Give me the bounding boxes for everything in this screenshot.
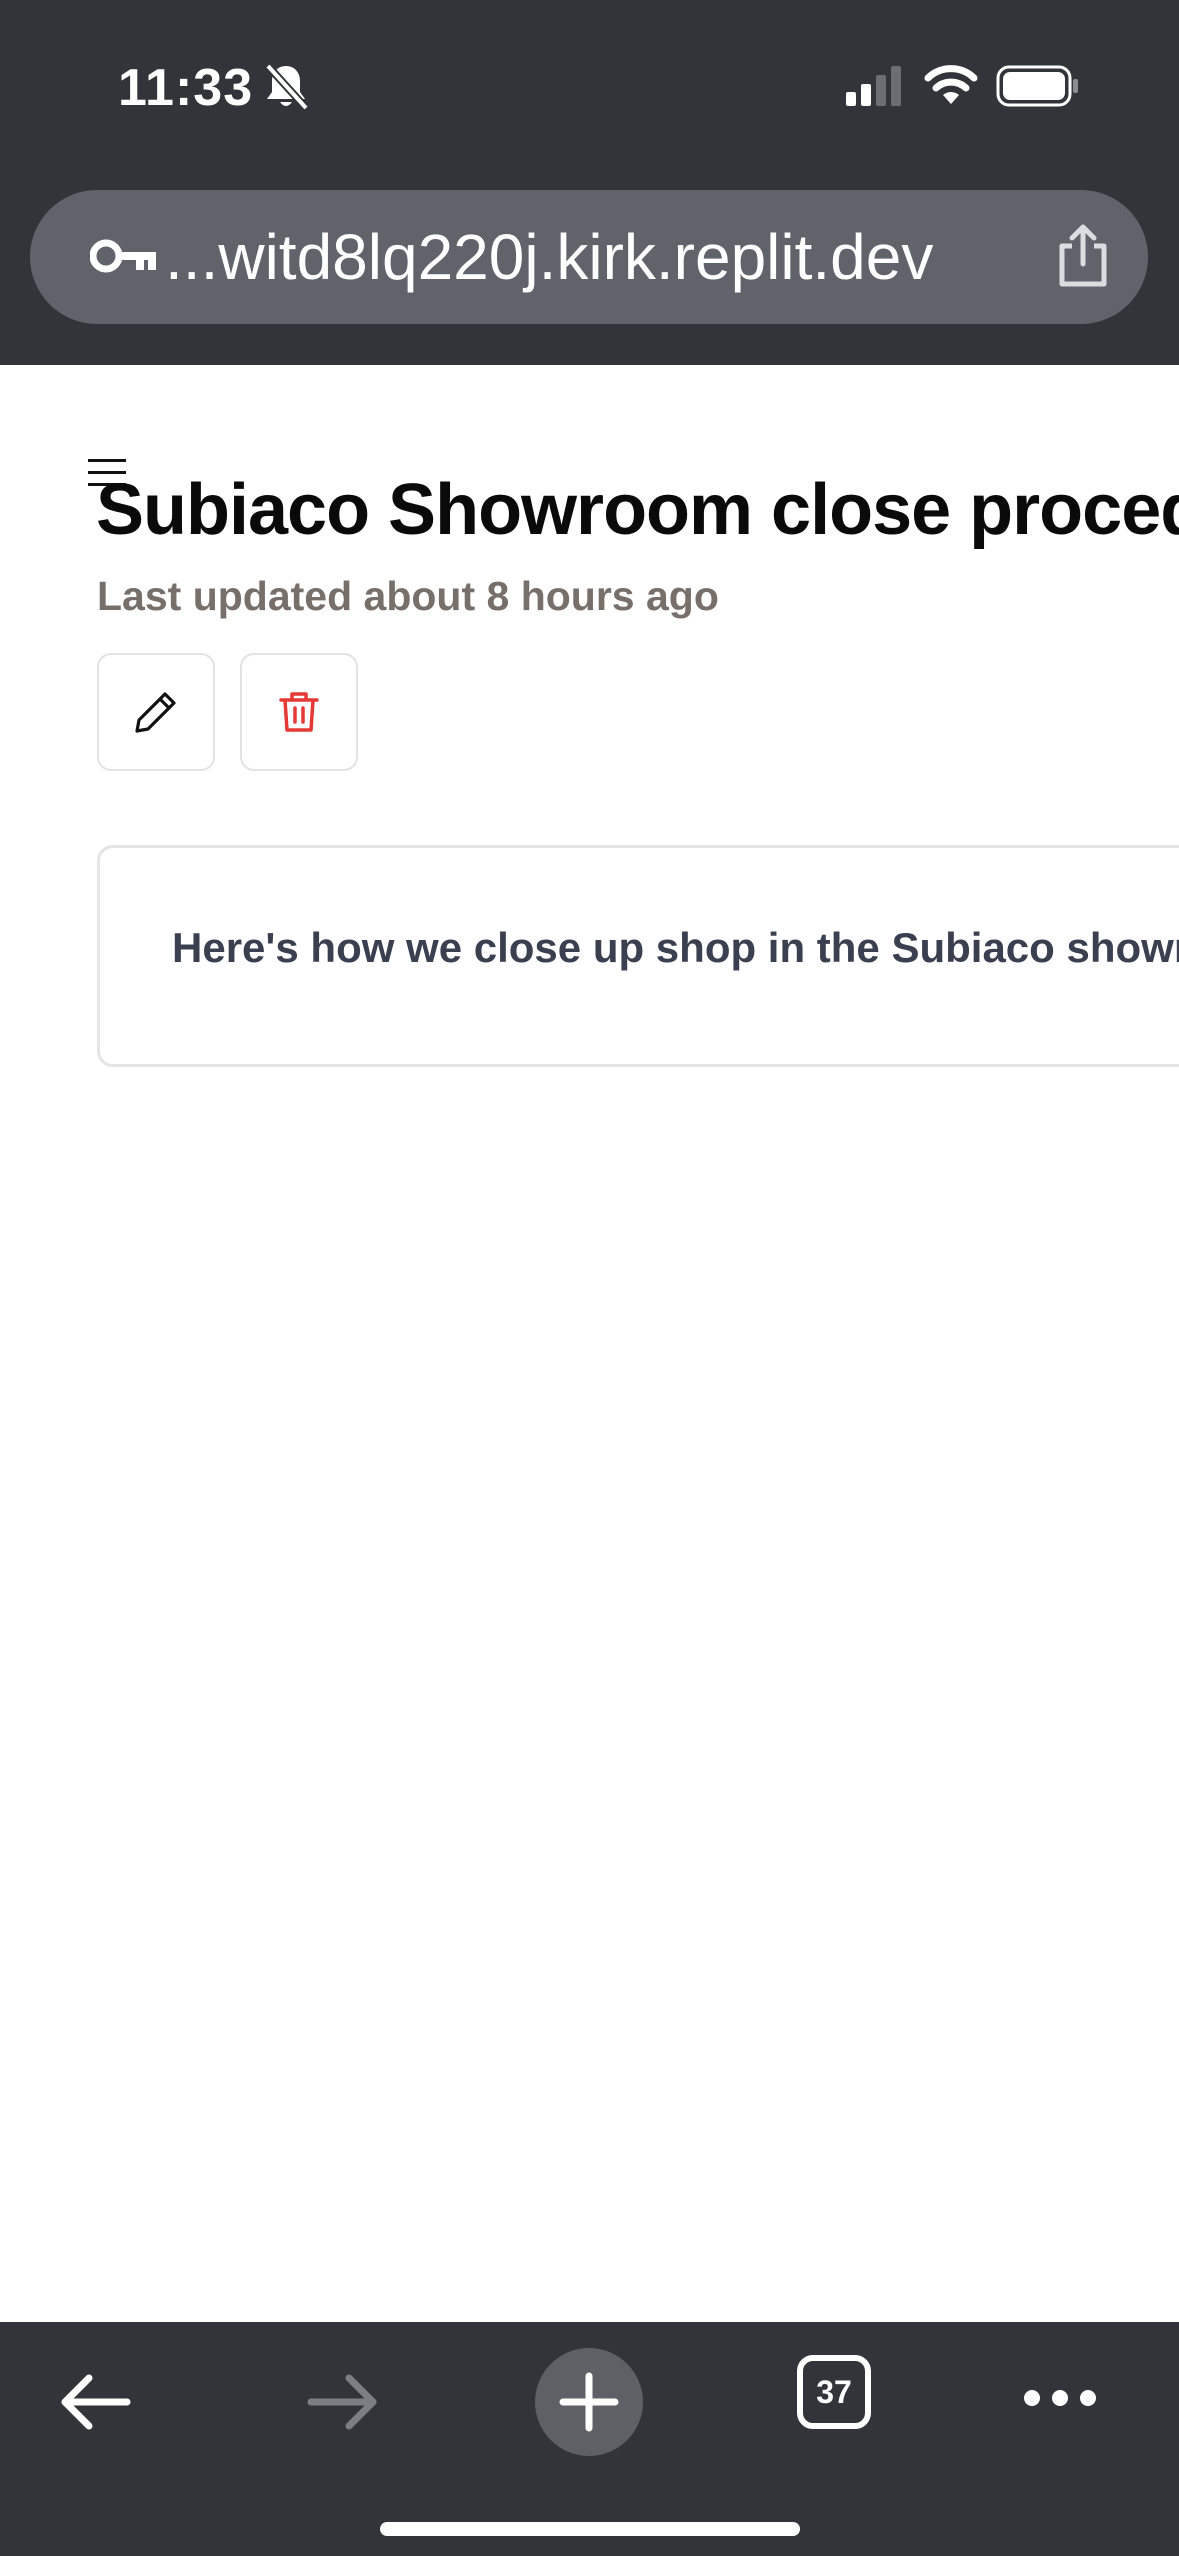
tabs-icon: 37 — [797, 2355, 871, 2429]
back-button[interactable] — [50, 2364, 140, 2440]
more-icon — [1024, 2390, 1096, 2406]
screen: 11:33 ...witd8lq220j.kirk.replit.dev Sub… — [0, 0, 1179, 2556]
last-updated-text: Last updated about 8 hours ago — [97, 573, 719, 619]
url-text[interactable]: ...witd8lq220j.kirk.replit.dev — [165, 220, 1075, 294]
forward-button[interactable] — [298, 2364, 388, 2440]
wifi-icon — [924, 65, 978, 104]
bell-slash-icon — [265, 63, 309, 111]
browser-bottom-toolbar: 37 — [0, 2322, 1179, 2556]
pencil-icon — [135, 692, 176, 733]
status-time: 11:33 — [118, 59, 254, 117]
page-title: Subiaco Showroom close procedure — [96, 470, 1179, 550]
plus-icon — [559, 2372, 619, 2432]
new-tab-button[interactable] — [535, 2348, 643, 2456]
tab-count: 37 — [816, 2373, 852, 2410]
url-bar[interactable]: ...witd8lq220j.kirk.replit.dev — [30, 190, 1148, 324]
forward-arrow-icon — [307, 2374, 377, 2430]
tabs-button[interactable]: 37 — [795, 2353, 873, 2431]
cellular-signal-icon — [846, 66, 901, 106]
browser-top-bar: 11:33 ...witd8lq220j.kirk.replit.dev — [0, 0, 1179, 365]
key-icon — [90, 239, 156, 273]
document-body-text: Here's how we close up shop in the Subia… — [172, 924, 1179, 971]
battery-icon — [996, 65, 1078, 107]
delete-button[interactable] — [240, 653, 358, 771]
share-icon[interactable] — [1050, 222, 1116, 290]
trash-icon — [279, 692, 319, 732]
document-card: Here's how we close up shop in the Subia… — [97, 845, 1179, 1067]
page-content: Subiaco Showroom close procedure Last up… — [0, 365, 1179, 2322]
more-button[interactable] — [1020, 2368, 1100, 2428]
back-arrow-icon — [61, 2374, 131, 2430]
edit-button[interactable] — [97, 653, 215, 771]
home-indicator — [380, 2522, 800, 2536]
